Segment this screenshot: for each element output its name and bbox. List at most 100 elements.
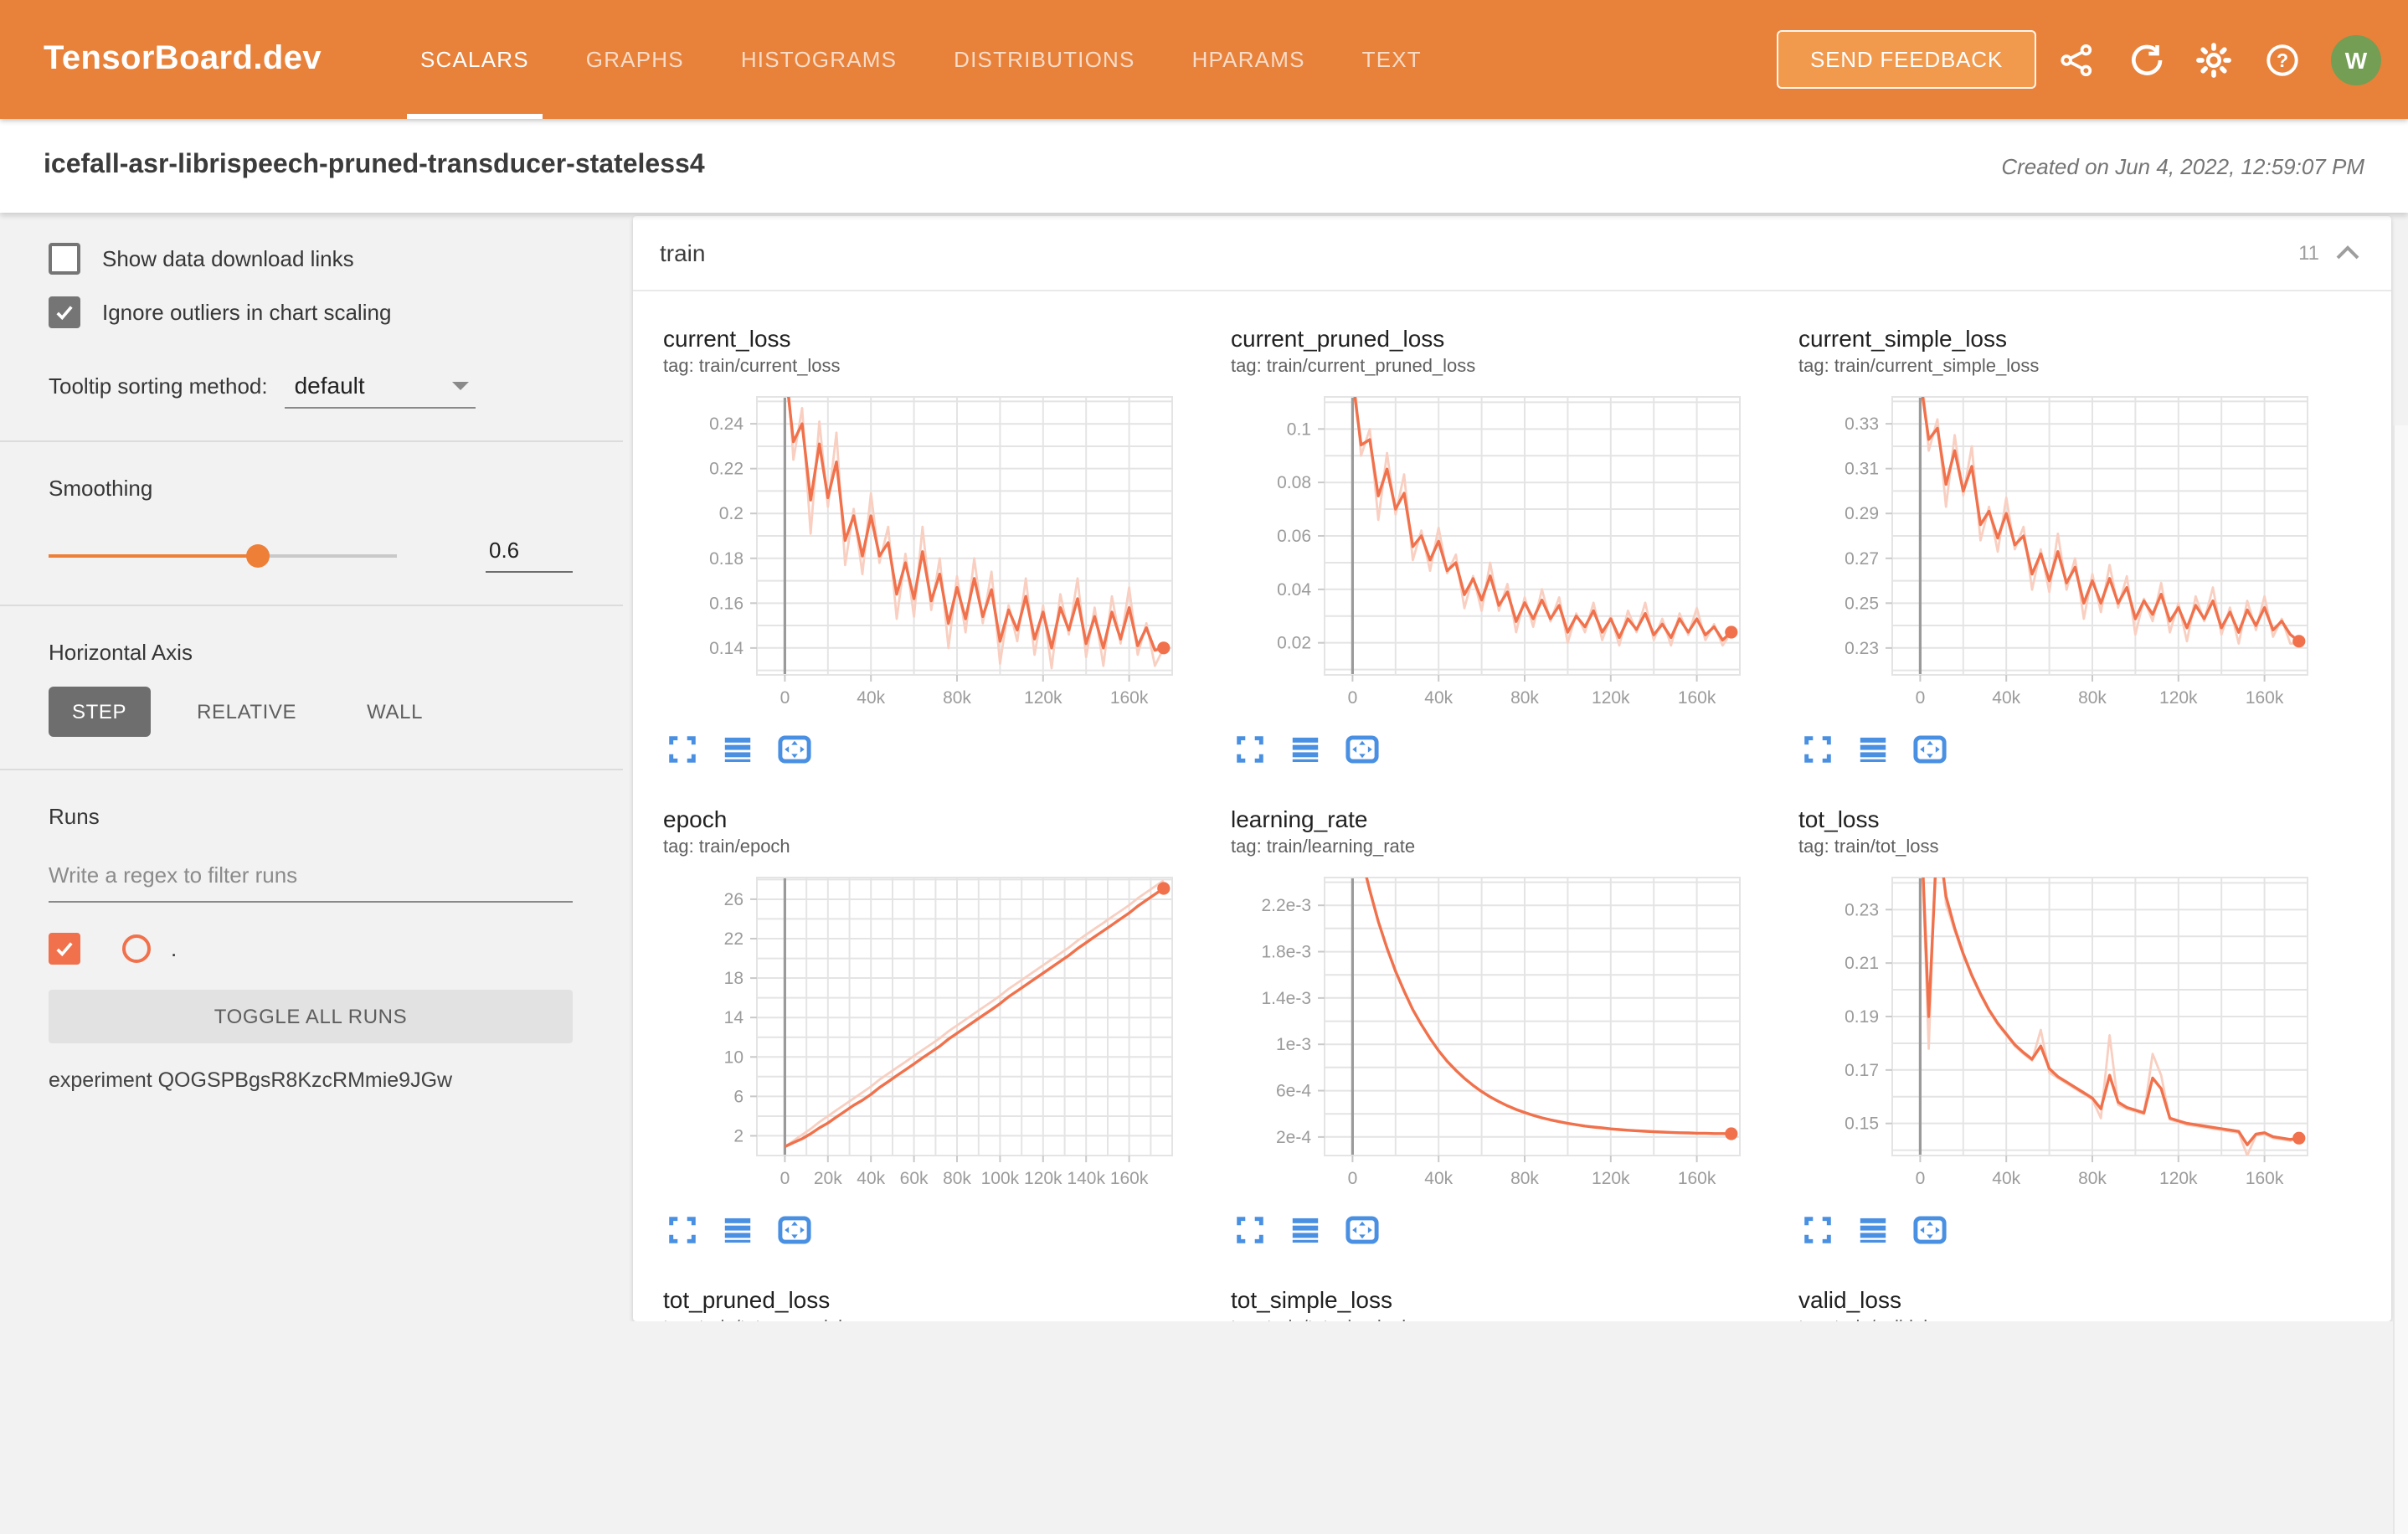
runs-filter-input[interactable] [49,856,573,903]
share-icon[interactable] [2048,31,2105,88]
svg-text:40k: 40k [1992,1169,2020,1188]
svg-text:2: 2 [733,1126,743,1145]
tab-graphs[interactable]: GRAPHS [558,0,713,119]
svg-text:0.02: 0.02 [1277,634,1311,653]
chart-card-current_pruned_loss: current_pruned_loss tag: train/current_pr… [1211,308,1778,789]
run-row[interactable]: . [49,933,573,965]
svg-text:0: 0 [780,688,790,708]
svg-text:40k: 40k [1424,1169,1453,1188]
svg-text:14: 14 [724,1008,744,1027]
divider [0,605,623,606]
chart-plot-current_pruned_loss[interactable]: 040k80k120k160k0.10.080.060.040.02 [1231,390,1753,718]
experiment-title: icefall-asr-librispeech-pruned-transduce… [44,151,705,181]
send-feedback-button[interactable]: SEND FEEDBACK [1777,30,2036,89]
svg-text:120k: 120k [1592,688,1630,708]
tab-scalars[interactable]: SCALARS [392,0,558,119]
svg-text:160k: 160k [1678,688,1716,708]
expand-chart-icon[interactable] [1234,1214,1266,1246]
checkbox-checked-icon[interactable] [49,296,80,328]
run-data-icon[interactable] [1289,1214,1321,1246]
run-data-icon[interactable] [722,734,754,765]
expand-chart-icon[interactable] [666,1214,698,1246]
vertical-scrollbar[interactable] [2393,425,2408,1534]
checkbox-icon[interactable] [49,243,80,275]
train-section-header[interactable]: train 11 [633,216,2391,291]
chart-tag: tag: train/current_simple_loss [1798,357,2346,377]
run-data-icon[interactable] [722,1214,754,1246]
experiment-bar: icefall-asr-librispeech-pruned-transduce… [0,119,2408,213]
chart-title: current_pruned_loss [1231,325,1778,352]
avatar[interactable]: W [2331,34,2381,85]
toggle-all-runs-button[interactable]: TOGGLE ALL RUNS [49,990,573,1043]
refresh-icon[interactable] [2117,31,2174,88]
tab-histograms[interactable]: HISTOGRAMS [713,0,925,119]
svg-text:120k: 120k [2159,1169,2198,1188]
chart-plot-tot_loss[interactable]: 040k80k120k160k0.230.210.190.170.15 [1798,871,2321,1199]
chart-plot-learning_rate[interactable]: 040k80k120k160k2.2e-31.8e-31.4e-31e-36e-… [1231,871,1753,1199]
run-data-icon[interactable] [1289,734,1321,765]
ignore-outliers-checkbox[interactable]: Ignore outliers in chart scaling [49,296,573,328]
svg-text:0.31: 0.31 [1845,460,1879,479]
fit-domain-icon[interactable] [1345,1214,1380,1246]
help-icon[interactable]: ? [2254,31,2311,88]
expand-chart-icon[interactable] [666,734,698,765]
run-checkbox[interactable] [49,933,80,965]
tab-distributions[interactable]: DISTRIBUTIONS [925,0,1163,119]
fit-domain-icon[interactable] [1345,734,1380,765]
svg-text:80k: 80k [2078,688,2107,708]
chart-plot-current_simple_loss[interactable]: 040k80k120k160k0.330.310.290.270.250.23 [1798,390,2321,718]
expand-chart-icon[interactable] [1234,734,1266,765]
svg-text:120k: 120k [1592,1169,1630,1188]
smoothing-slider[interactable] [49,543,397,567]
expand-chart-icon[interactable] [1802,1214,1834,1246]
fit-domain-icon[interactable] [777,734,812,765]
tab-text[interactable]: TEXT [1334,0,1450,119]
svg-text:160k: 160k [1110,688,1149,708]
slider-knob[interactable] [246,543,270,567]
svg-text:0.25: 0.25 [1845,594,1879,613]
svg-text:?: ? [2277,49,2288,70]
expand-chart-icon[interactable] [1802,734,1834,765]
axis-mode-step[interactable]: STEP [49,687,150,737]
svg-text:160k: 160k [2246,688,2284,708]
smoothing-label: Smoothing [49,476,573,501]
chart-card-epoch: epochtag: train/epoch020k40k60k80k100k12… [643,789,1211,1269]
svg-text:0.33: 0.33 [1845,414,1879,434]
svg-text:0.16: 0.16 [709,594,743,613]
settings-sidebar: Show data download links Ignore outliers… [0,213,623,1321]
svg-text:140k: 140k [1067,1169,1105,1188]
settings-icon[interactable] [2185,31,2242,88]
ignore-outliers-label: Ignore outliers in chart scaling [102,300,391,325]
axis-mode-wall[interactable]: WALL [343,687,446,737]
fit-domain-icon[interactable] [1912,734,1947,765]
svg-text:160k: 160k [1110,1169,1149,1188]
chart-card-tot_loss: tot_losstag: train/tot_loss040k80k120k16… [1778,789,2346,1269]
chart-plot-epoch[interactable]: 020k40k60k80k100k120k140k160k26221814106… [663,871,1186,1199]
chart-tag: tag: train/current_pruned_loss [1231,357,1778,377]
show-download-links-checkbox[interactable]: Show data download links [49,243,573,275]
chart-title: epoch [663,806,1211,832]
chart-plot-current_loss[interactable]: 040k80k120k160k0.240.220.20.180.160.14 [663,390,1186,718]
svg-text:60k: 60k [900,1169,929,1188]
svg-text:80k: 80k [2078,1169,2107,1188]
svg-text:2.2e-3: 2.2e-3 [1261,896,1311,915]
fit-domain-icon[interactable] [1912,1214,1947,1246]
run-data-icon[interactable] [1857,734,1889,765]
run-name: . [171,936,177,961]
chevron-up-icon[interactable] [2334,245,2361,261]
svg-text:0: 0 [780,1169,790,1188]
svg-text:22: 22 [724,929,743,949]
header-actions: SEND FEEDBACK ? W [1777,0,2408,119]
train-section-card: train 11 current_losstag: train/current_… [633,216,2391,1321]
tab-hparams[interactable]: HPARAMS [1164,0,1334,119]
fit-domain-icon[interactable] [777,1214,812,1246]
smoothing-value[interactable]: 0.6 [486,538,573,573]
run-data-icon[interactable] [1857,1214,1889,1246]
svg-text:0.15: 0.15 [1845,1114,1879,1134]
tooltip-sorting-select[interactable]: default [285,368,476,409]
chart-tag: tag: train/valid_loss [1798,1318,2346,1321]
axis-mode-relative[interactable]: RELATIVE [173,687,320,737]
svg-text:1.4e-3: 1.4e-3 [1261,989,1311,1008]
chart-card-valid_loss: valid_losstag: train/valid_loss [1778,1269,2346,1321]
svg-text:40k: 40k [857,688,885,708]
